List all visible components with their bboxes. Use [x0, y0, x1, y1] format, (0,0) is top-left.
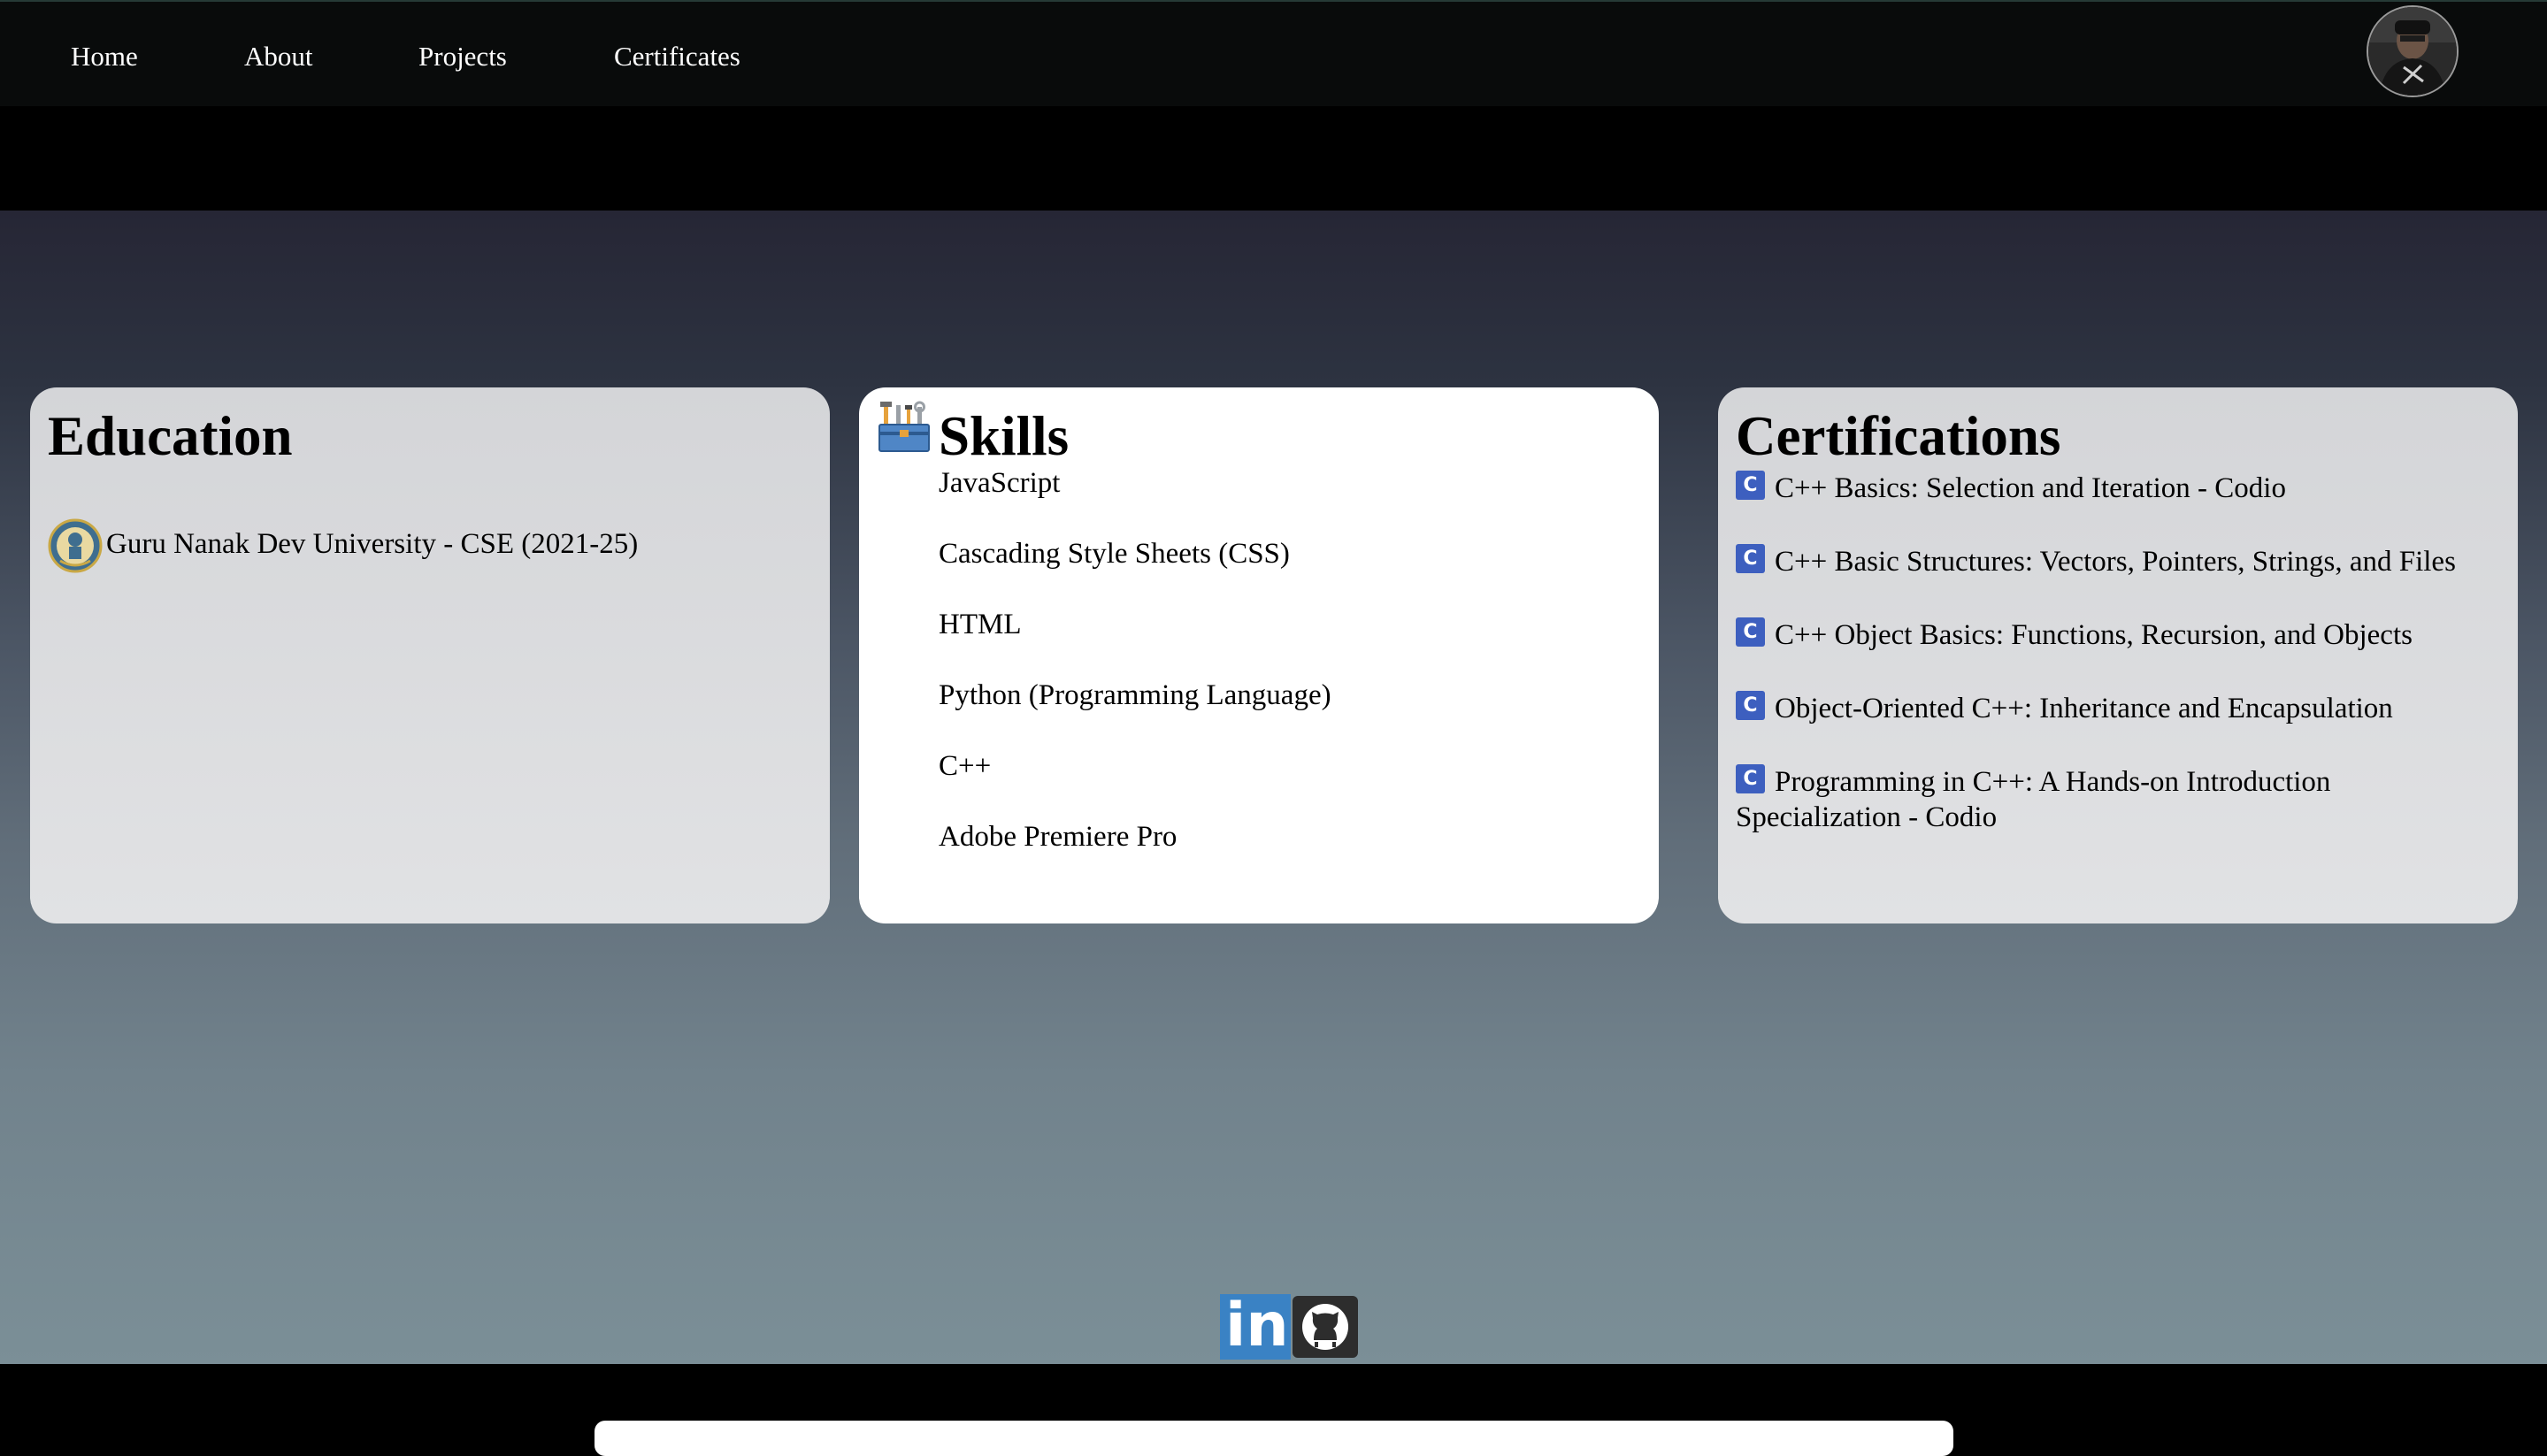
nav-link-projects[interactable]: Projects	[418, 35, 507, 78]
linkedin-icon-text: in	[1225, 1291, 1289, 1360]
cert-item[interactable]: C++ Basics: Selection and Iteration - Co…	[1775, 471, 2286, 506]
skills-title: Skills	[939, 405, 1070, 467]
education-card: Education Guru Nanak Dev University - CS…	[30, 387, 830, 923]
cert-item[interactable]: Object-Oriented C++: Inheritance and Enc…	[1775, 691, 2393, 726]
skills-card: Skills JavaScript Cascading Style Sheets…	[859, 387, 1659, 923]
nav-link-certificates[interactable]: Certificates	[614, 35, 740, 78]
skill-item-javascript: JavaScript	[939, 467, 1061, 499]
avatar-photo-icon	[2368, 7, 2457, 96]
coursera-icon: C	[1736, 764, 1765, 793]
skill-item-premiere: Adobe Premiere Pro	[939, 821, 1178, 853]
coursera-icon: C	[1736, 471, 1765, 500]
coursera-icon: C	[1736, 617, 1765, 647]
certifications-title: Certifications	[1736, 405, 2061, 467]
github-octocat-icon	[1302, 1304, 1348, 1350]
education-item: Guru Nanak Dev University - CSE (2021-25…	[106, 528, 639, 560]
cert-item[interactable]: C++ Basic Structures: Vectors, Pointers,…	[1775, 544, 2456, 579]
nav-link-home[interactable]: Home	[71, 35, 138, 78]
navbar: Home About Projects Certificates	[0, 0, 2547, 106]
header-band	[0, 106, 2547, 211]
skill-item-html: HTML	[939, 609, 1022, 640]
coursera-icon: C	[1736, 691, 1765, 720]
skill-item-cpp: C++	[939, 750, 992, 782]
coursera-icon: C	[1736, 544, 1765, 573]
education-title: Education	[48, 405, 293, 467]
nav-link-about[interactable]: About	[244, 35, 313, 78]
cert-item-continuation[interactable]: Specialization - Codio	[1736, 800, 1997, 835]
linkedin-icon[interactable]: in	[1220, 1291, 1291, 1360]
skill-item-css: Cascading Style Sheets (CSS)	[939, 538, 1290, 570]
skill-item-python: Python (Programming Language)	[939, 679, 1331, 711]
github-icon[interactable]	[1293, 1296, 1358, 1358]
certifications-card: Certifications C C++ Basics: Selection a…	[1718, 387, 2518, 923]
footer-panel	[595, 1421, 1953, 1456]
university-logo-icon	[48, 518, 103, 573]
avatar[interactable]	[2367, 5, 2459, 97]
toolbox-icon	[878, 401, 930, 452]
cert-item[interactable]: C++ Object Basics: Functions, Recursion,…	[1775, 617, 2413, 653]
cert-item[interactable]: Programming in C++: A Hands-on Introduct…	[1775, 764, 2330, 800]
